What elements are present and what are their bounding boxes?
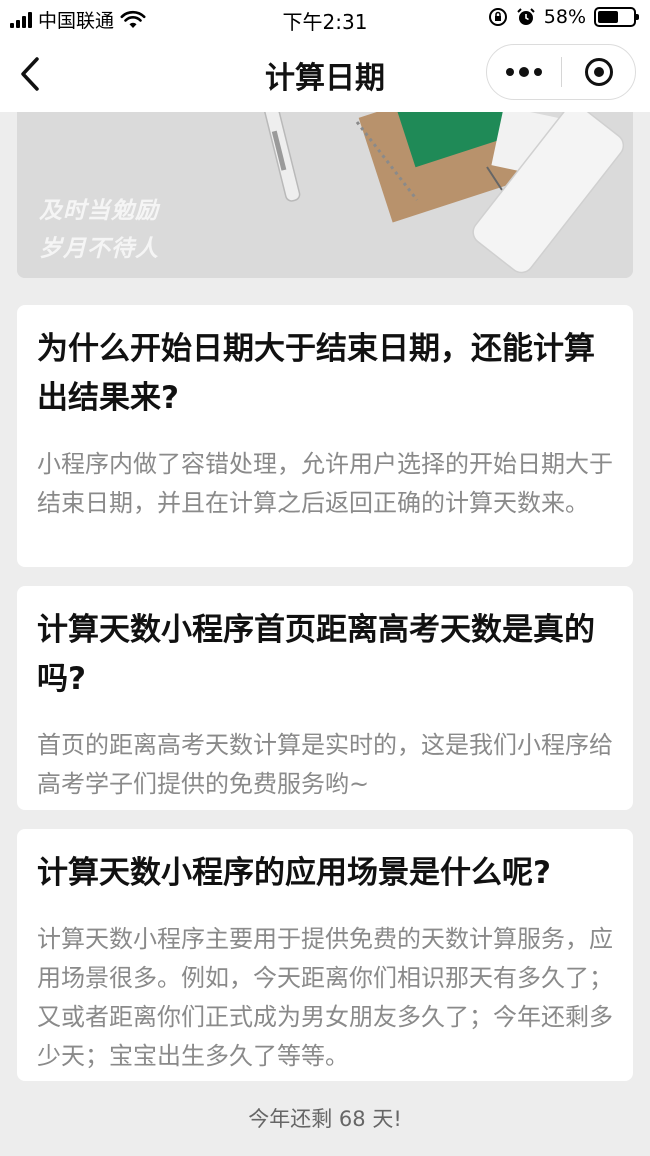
battery-icon — [594, 7, 639, 27]
close-target-icon — [584, 58, 613, 86]
rotation-lock-icon — [488, 8, 507, 26]
banner-line-2: 岁月不待人 — [39, 236, 159, 262]
battery-percent: 58% — [543, 6, 586, 28]
faq-question: 计算天数小程序的应用场景是什么呢? — [37, 855, 551, 891]
alarm-icon — [517, 8, 535, 25]
close-button[interactable] — [562, 45, 635, 99]
status-right: 58% — [488, 6, 639, 28]
battery-level-fill — [598, 11, 618, 23]
faq-answer: 首页的距离高考天数计算是实时的，这是我们小程序给高考学子们提供的免费服务哟~ — [37, 731, 613, 798]
more-dots-icon — [506, 68, 514, 76]
faq-question: 计算天数小程序首页距离高考天数是真的吗? — [37, 612, 595, 697]
days-remaining-text: 今年还剩 68 天! — [248, 1107, 402, 1131]
faq-card: 计算天数小程序的应用场景是什么呢? 计算天数小程序主要用于提供免费的天数计算服务… — [17, 829, 633, 1081]
mini-program-capsule — [486, 44, 636, 100]
nav-bar: 计算日期 — [0, 36, 650, 112]
banner-line-1: 及时当勉励 — [39, 198, 159, 224]
faq-question: 为什么开始日期大于结束日期，还能计算出结果来? — [37, 331, 595, 416]
faq-answer: 小程序内做了容错处理，允许用户选择的开始日期大于结束日期，并且在计算之后返回正确… — [37, 450, 613, 517]
faq-card: 为什么开始日期大于结束日期，还能计算出结果来? 小程序内做了容错处理，允许用户选… — [17, 305, 633, 567]
more-button[interactable] — [487, 45, 561, 99]
banner-text: 及时当勉励 岁月不待人 — [39, 192, 159, 268]
banner-image: 及时当勉励 岁月不待人 — [17, 112, 633, 278]
faq-card: 计算天数小程序首页距离高考天数是真的吗? 首页的距离高考天数计算是实时的，这是我… — [17, 586, 633, 810]
faq-answer: 计算天数小程序主要用于提供免费的天数计算服务，应用场景很多。例如，今天距离你们相… — [37, 925, 613, 1070]
status-bar: 中国联通 下午2:31 58% — [0, 0, 650, 36]
